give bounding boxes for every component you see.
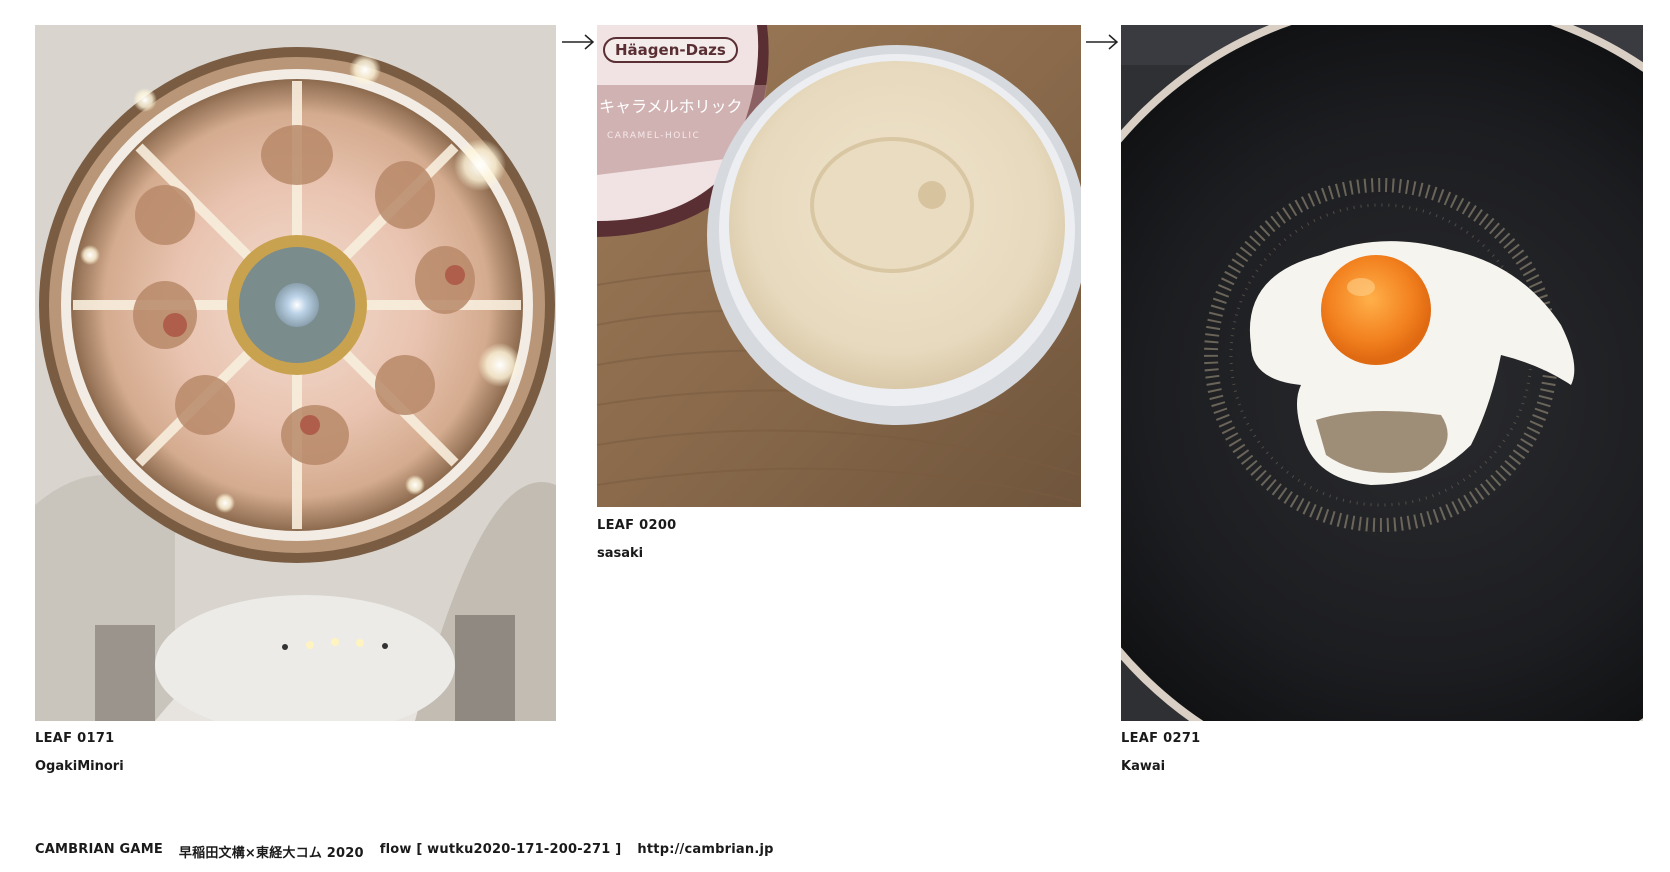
leaf-author[interactable]: Kawai	[1121, 759, 1165, 774]
leaf-id: LEAF 0200	[597, 518, 677, 533]
brand-label: Häagen-Dazs	[603, 37, 738, 63]
footer-flow: flow [ wutku2020-171-200-271 ]	[379, 842, 622, 857]
leaf-card: LEAF 0171 OgakiMinori	[35, 25, 556, 774]
leaf-card: Häagen-Dazs キャラメルホリック CARAMEL-HOLIC LEAF…	[597, 25, 1081, 561]
flavor-label-jp: キャラメルホリック	[599, 97, 743, 116]
footer: CAMBRIAN GAME 早稲田文構×東経大コム 2020 flow [ wu…	[35, 842, 774, 861]
right-arrow-icon	[1086, 34, 1119, 50]
fried-egg-pan-photo[interactable]	[1121, 25, 1643, 721]
footer-title: CAMBRIAN GAME	[35, 842, 163, 857]
leaf-card: LEAF 0271 Kawai	[1121, 25, 1643, 774]
dome-ceiling-photo[interactable]	[35, 25, 556, 721]
leaf-author[interactable]: OgakiMinori	[35, 759, 124, 774]
flavor-label-en: CARAMEL-HOLIC	[607, 131, 701, 141]
leaf-id: LEAF 0271	[1121, 731, 1201, 746]
leaf-id: LEAF 0171	[35, 731, 115, 746]
right-arrow-icon	[562, 34, 595, 50]
leaf-author[interactable]: sasaki	[597, 546, 643, 561]
footer-link[interactable]: http://cambrian.jp	[637, 842, 773, 861]
ice-cream-cup-photo[interactable]: Häagen-Dazs キャラメルホリック CARAMEL-HOLIC	[597, 25, 1081, 507]
footer-project: 早稲田文構×東経大コム 2020	[178, 846, 364, 861]
